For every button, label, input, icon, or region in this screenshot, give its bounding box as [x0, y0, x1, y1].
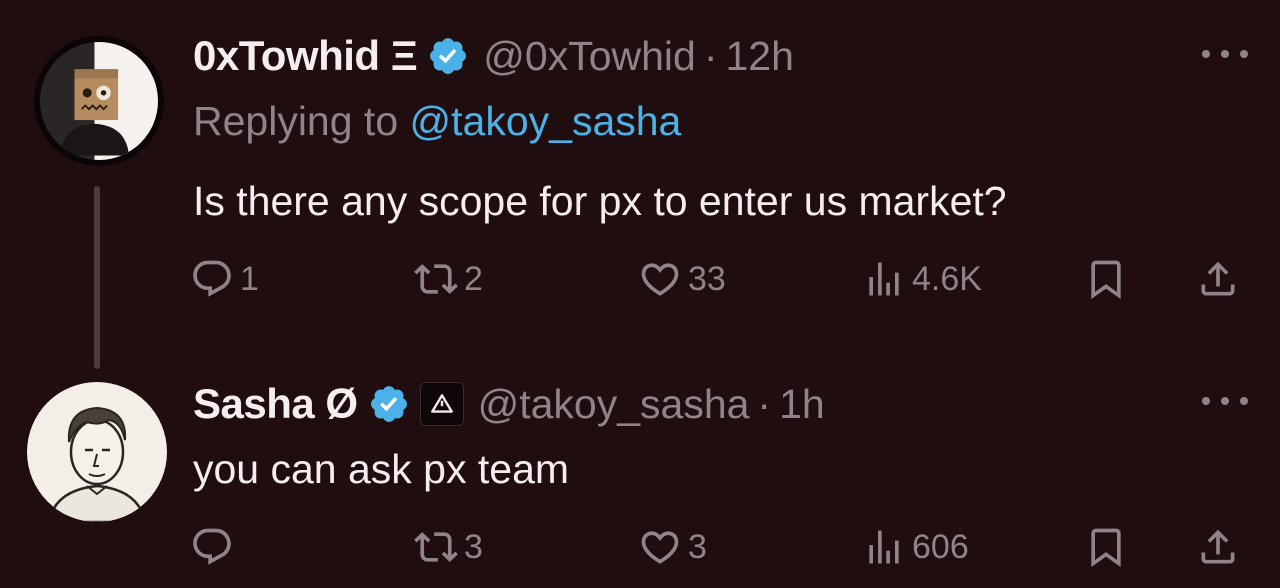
like-icon — [641, 263, 679, 296]
reply-button[interactable]: 1 — [190, 254, 259, 304]
retweet-button[interactable]: 3 — [414, 522, 483, 572]
views-icon — [869, 262, 899, 296]
like-button[interactable]: 33 — [638, 254, 726, 304]
tweet-2[interactable]: Sasha Ø @takoy_sasha · 1h you can ask px… — [0, 360, 1280, 588]
retweet-button[interactable]: 2 — [414, 254, 483, 304]
timestamp[interactable]: 12h — [725, 33, 793, 80]
bookmark-button[interactable] — [1084, 522, 1128, 572]
view-count: 606 — [912, 527, 969, 566]
reply-icon — [193, 528, 231, 565]
thread-line — [94, 186, 100, 369]
replying-handle-link[interactable]: @takoy_sasha — [410, 98, 682, 144]
views-button[interactable]: 4.6K — [862, 254, 982, 304]
tweet-header: 0xTowhid Ξ @0xTowhid · 12h — [193, 30, 794, 82]
timestamp[interactable]: 1h — [779, 381, 825, 428]
views-button[interactable]: 606 — [862, 522, 969, 572]
reply-icon — [193, 260, 231, 297]
bookmark-icon — [1091, 260, 1121, 300]
author-handle[interactable]: @0xTowhid — [483, 33, 696, 80]
retweet-icon — [414, 264, 458, 294]
like-button[interactable]: 3 — [638, 522, 707, 572]
author-name[interactable]: 0xTowhid Ξ — [193, 32, 418, 80]
more-icon[interactable] — [1202, 44, 1248, 64]
replying-label: Replying to — [193, 98, 399, 144]
verified-badge-icon[interactable] — [368, 383, 410, 425]
tweet-1[interactable]: 0xTowhid Ξ @0xTowhid · 12h Replying to @… — [0, 0, 1280, 369]
author-name[interactable]: Sasha Ø — [193, 380, 358, 428]
reply-count: 1 — [240, 259, 259, 298]
bookmark-button[interactable] — [1084, 254, 1128, 304]
share-button[interactable] — [1196, 522, 1240, 572]
verified-badge-icon[interactable] — [427, 35, 469, 77]
retweet-count: 3 — [464, 527, 483, 566]
views-icon — [869, 530, 899, 564]
avatar-0xtowhid[interactable] — [34, 36, 164, 166]
action-bar: 1 2 33 4.6K — [190, 254, 1250, 304]
share-icon — [1201, 529, 1235, 564]
affiliate-badge-icon[interactable] — [419, 382, 464, 426]
view-count: 4.6K — [912, 259, 982, 298]
retweet-icon — [414, 532, 458, 562]
retweet-count: 2 — [464, 259, 483, 298]
share-button[interactable] — [1196, 254, 1240, 304]
bookmark-icon — [1091, 528, 1121, 568]
avatar-sasha[interactable] — [27, 382, 167, 522]
like-count: 3 — [688, 527, 707, 566]
more-icon[interactable] — [1202, 391, 1248, 411]
tweet-text: Is there any scope for px to enter us ma… — [193, 178, 1007, 224]
like-icon — [641, 531, 679, 564]
tweet-header: Sasha Ø @takoy_sasha · 1h — [193, 378, 825, 430]
reply-button[interactable] — [190, 522, 240, 572]
separator-dot: · — [703, 32, 718, 79]
tweet-text: you can ask px team — [193, 446, 570, 492]
replying-to: Replying to @takoy_sasha — [193, 98, 681, 145]
share-icon — [1201, 261, 1235, 296]
action-bar: 3 3 606 — [190, 522, 1250, 572]
like-count: 33 — [688, 259, 726, 298]
separator-dot: · — [757, 380, 772, 427]
author-handle[interactable]: @takoy_sasha — [478, 381, 750, 428]
